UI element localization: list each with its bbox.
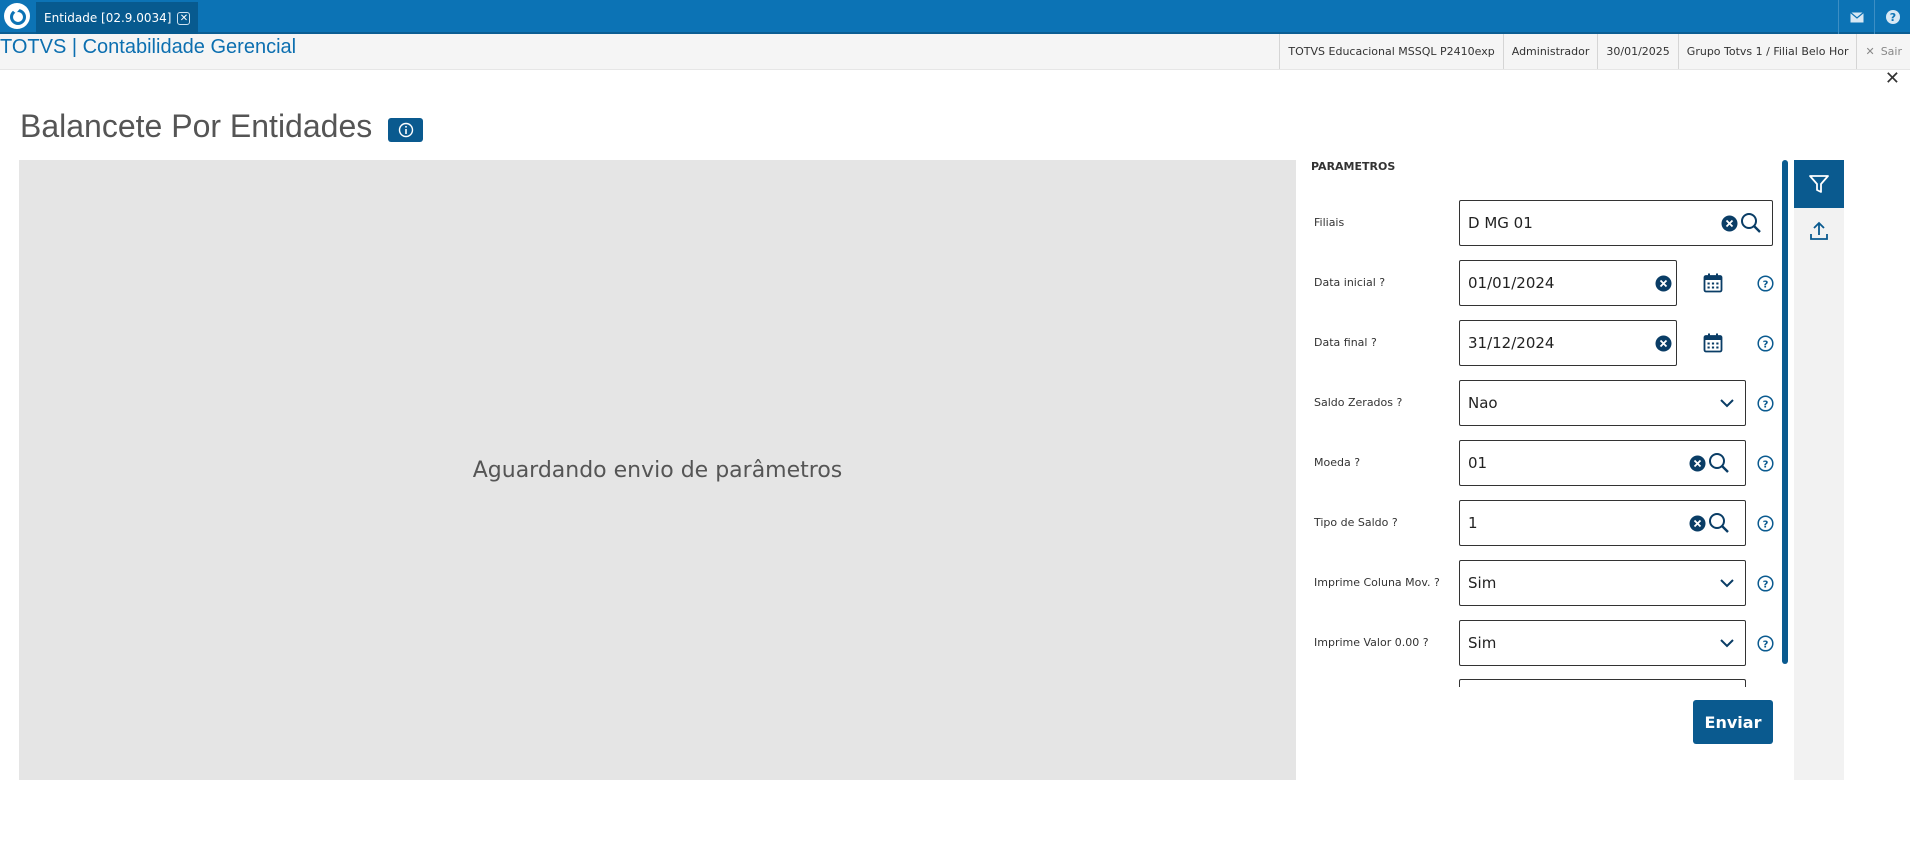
param-label: Saldo Zerados ?: [1314, 396, 1403, 409]
chevron-down-icon[interactable]: [1718, 634, 1736, 652]
svg-text:?: ?: [1762, 579, 1768, 590]
tab-entidade[interactable]: Entidade [02.9.0034] ✕: [36, 2, 199, 34]
clear-icon[interactable]: [1688, 514, 1706, 532]
scroll-mask: [1296, 687, 1776, 697]
help-icon[interactable]: ?: [1874, 0, 1910, 34]
param-label: Data inicial ?: [1314, 276, 1386, 289]
saldo-zerados-select[interactable]: Nao: [1459, 380, 1746, 426]
data-final-field[interactable]: 31/12/2024: [1459, 320, 1677, 366]
svg-text:?: ?: [1762, 459, 1768, 470]
enviar-button[interactable]: Enviar: [1693, 700, 1773, 744]
field-value: 31/12/2024: [1468, 334, 1555, 352]
chevron-down-icon[interactable]: [1718, 574, 1736, 592]
tab-label: Entidade [02.9.0034]: [44, 11, 172, 25]
imprime-valor-zero-select[interactable]: Sim: [1459, 620, 1746, 666]
calendar-icon[interactable]: [1702, 332, 1724, 354]
search-icon[interactable]: [1708, 512, 1730, 534]
upload-icon: [1810, 221, 1828, 240]
clear-icon[interactable]: [1654, 334, 1672, 352]
branch-label[interactable]: Grupo Totvs 1 / Filial Belo Hor: [1677, 34, 1857, 69]
field-value: Sim: [1468, 634, 1497, 652]
date-label[interactable]: 30/01/2025: [1597, 34, 1677, 69]
app-header: TOTVS | Contabilidade Gerencial TOTVS Ed…: [0, 34, 1910, 70]
info-button[interactable]: [388, 118, 423, 142]
imprime-coluna-mov-select[interactable]: Sim: [1459, 560, 1746, 606]
svg-text:?: ?: [1762, 279, 1768, 290]
field-value: Sim: [1468, 574, 1497, 592]
svg-text:?: ?: [1762, 519, 1768, 530]
clear-icon[interactable]: [1688, 454, 1706, 472]
help-icon[interactable]: ?: [1756, 394, 1774, 412]
logout-label: Sair: [1880, 45, 1902, 58]
param-row-saldo-zerados: Saldo Zerados ? Nao ?: [1296, 380, 1776, 426]
param-label: Moeda ?: [1314, 456, 1361, 469]
placeholder-message: Aguardando envio de parâmetros: [472, 457, 843, 483]
clear-icon[interactable]: [1654, 274, 1672, 292]
clear-icon[interactable]: [1720, 214, 1738, 232]
chevron-down-icon[interactable]: [1718, 394, 1736, 412]
help-icon[interactable]: ?: [1756, 574, 1774, 592]
field-value: 01/01/2024: [1468, 274, 1555, 292]
help-icon[interactable]: ?: [1756, 334, 1774, 352]
calendar-icon[interactable]: [1702, 272, 1724, 294]
app-title: TOTVS | Contabilidade Gerencial: [0, 36, 297, 58]
help-icon[interactable]: ?: [1756, 454, 1774, 472]
logout-icon: ✕: [1865, 45, 1875, 58]
help-icon[interactable]: ?: [1756, 634, 1774, 652]
filter-icon: [1809, 175, 1829, 193]
help-icon[interactable]: ?: [1756, 514, 1774, 532]
user-label[interactable]: Administrador: [1502, 34, 1598, 69]
param-row-filiais: Filiais D MG 01: [1296, 200, 1776, 246]
param-label: Imprime Valor 0.00 ?: [1314, 636, 1429, 649]
param-label: Tipo de Saldo ?: [1314, 516, 1398, 529]
report-preview-area: Aguardando envio de parâmetros: [19, 160, 1296, 780]
param-label: Data final ?: [1314, 336, 1377, 349]
info-icon: [398, 122, 413, 138]
close-tab-icon[interactable]: ✕: [177, 11, 191, 25]
filter-button[interactable]: [1794, 160, 1844, 208]
param-row-data-final: Data final ? 31/12/2024 ?: [1296, 320, 1776, 366]
environment-label[interactable]: TOTVS Educacional MSSQL P2410exp: [1279, 34, 1502, 69]
params-panel: PARAMETROS Filiais D MG 01 Data inicial …: [1296, 160, 1794, 780]
svg-text:?: ?: [1889, 11, 1895, 24]
svg-text:?: ?: [1762, 399, 1768, 410]
param-row-tipo-saldo: Tipo de Saldo ? 1 ?: [1296, 500, 1776, 546]
top-bar: Entidade [02.9.0034] ✕ ?: [0, 0, 1910, 34]
param-label: Imprime Coluna Mov. ?: [1314, 576, 1440, 589]
param-row-moeda: Moeda ? 01 ?: [1296, 440, 1776, 486]
search-icon[interactable]: [1708, 452, 1730, 474]
field-value: 01: [1468, 454, 1488, 472]
param-row-imprime-coluna-mov: Imprime Coluna Mov. ? Sim ?: [1296, 560, 1776, 606]
help-icon[interactable]: ?: [1756, 274, 1774, 292]
mail-icon[interactable]: [1838, 0, 1874, 34]
data-inicial-field[interactable]: 01/01/2024: [1459, 260, 1677, 306]
next-param-field[interactable]: [1459, 679, 1746, 687]
params-title: PARAMETROS: [1311, 160, 1396, 173]
logout-button[interactable]: ✕ Sair: [1856, 34, 1910, 69]
param-row-imprime-valor-zero: Imprime Valor 0.00 ? Sim ?: [1296, 620, 1776, 666]
field-value: 1: [1468, 514, 1478, 532]
totvs-logo-icon[interactable]: [4, 3, 30, 29]
export-button[interactable]: [1794, 208, 1844, 254]
field-value: D MG 01: [1468, 214, 1533, 232]
side-toolbar: [1794, 160, 1844, 780]
params-scrollbar[interactable]: [1782, 160, 1788, 664]
session-info-bar: TOTVS Educacional MSSQL P2410exp Adminis…: [1279, 34, 1910, 69]
search-icon[interactable]: [1740, 212, 1762, 234]
field-value: Nao: [1468, 394, 1498, 412]
param-row-data-inicial: Data inicial ? 01/01/2024 ?: [1296, 260, 1776, 306]
svg-text:?: ?: [1762, 339, 1768, 350]
svg-text:?: ?: [1762, 639, 1768, 650]
page-title: Balancete Por Entidades: [20, 108, 373, 144]
param-label: Filiais: [1314, 216, 1345, 229]
close-page-icon[interactable]: ✕: [1885, 68, 1900, 89]
